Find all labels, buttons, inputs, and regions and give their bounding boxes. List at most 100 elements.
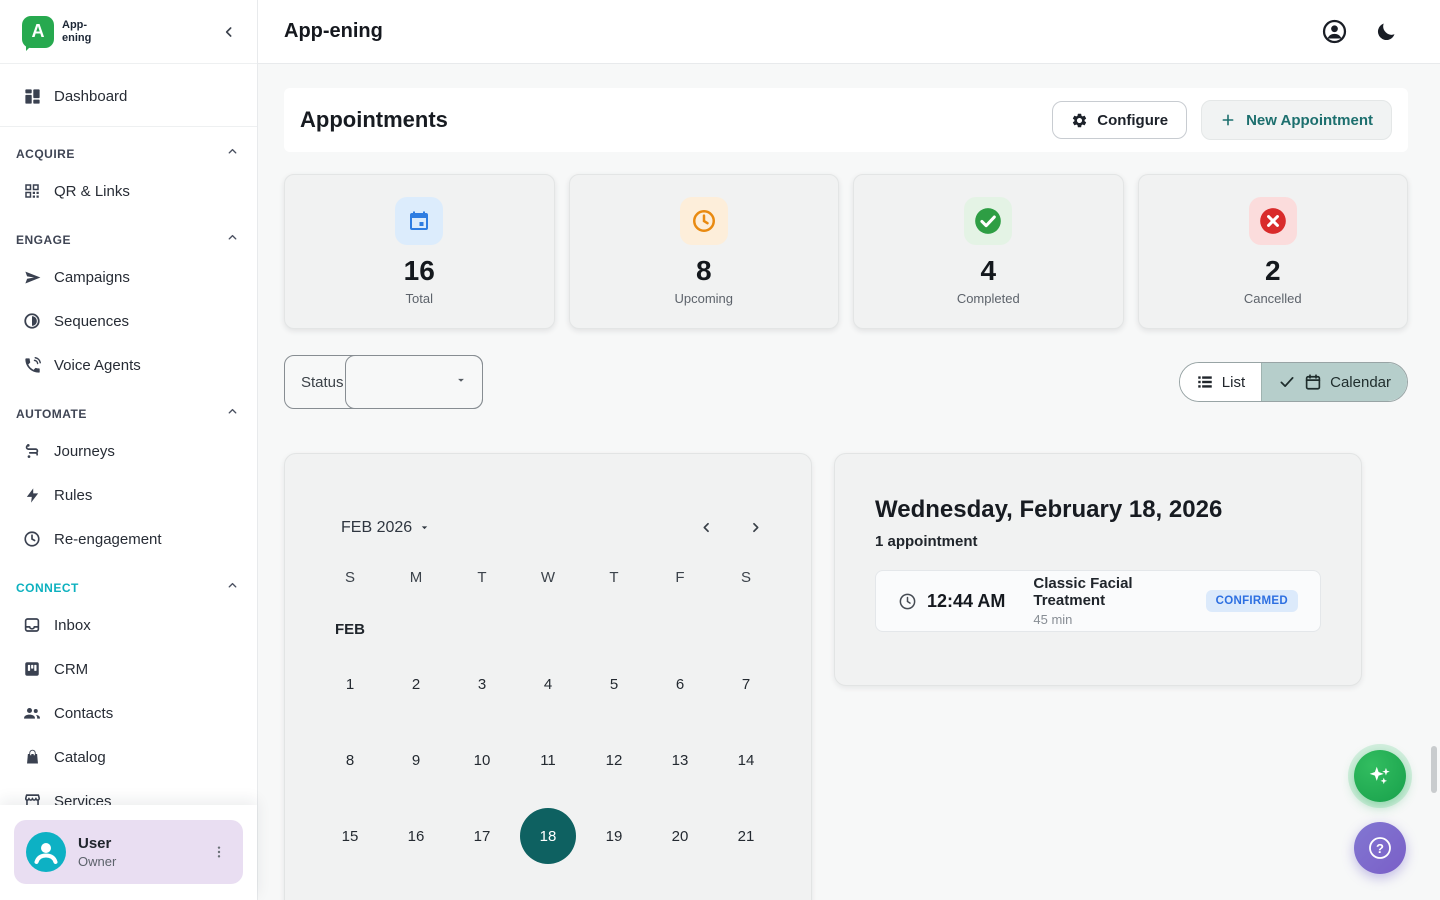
calendar-day[interactable]: 17 bbox=[449, 803, 515, 869]
account-button[interactable] bbox=[1321, 18, 1348, 45]
calendar-day[interactable]: 2 bbox=[383, 651, 449, 717]
calendar-day[interactable]: 21 bbox=[713, 803, 779, 869]
chevron-left-icon bbox=[699, 520, 714, 535]
appointment-info: Classic Facial Treatment 45 min bbox=[1033, 575, 1205, 627]
section-title: ACQUIRE bbox=[16, 147, 75, 161]
calendar-panel: FEB 2026 S bbox=[284, 453, 812, 900]
dark-mode-button[interactable] bbox=[1374, 20, 1398, 44]
stat-card-cancelled: 2 Cancelled bbox=[1138, 174, 1409, 329]
kanban-icon bbox=[22, 659, 42, 679]
status-select[interactable]: Status bbox=[284, 355, 483, 409]
chevron-left-icon bbox=[221, 24, 237, 40]
bolt-icon bbox=[22, 485, 42, 505]
user-menu-button[interactable] bbox=[207, 840, 231, 864]
sidebar-item-label: Campaigns bbox=[54, 269, 130, 286]
sidebar-item-contacts[interactable]: Contacts bbox=[0, 691, 257, 735]
calendar-day[interactable]: 10 bbox=[449, 727, 515, 793]
sidebar-item-sequences[interactable]: Sequences bbox=[0, 299, 257, 343]
stat-value: 8 bbox=[696, 255, 712, 287]
section-head-automate[interactable]: AUTOMATE bbox=[0, 387, 257, 429]
inbox-icon bbox=[22, 615, 42, 635]
calendar-day[interactable]: 7 bbox=[713, 651, 779, 717]
sidebar-footer: User Owner bbox=[0, 805, 257, 900]
sidebar-item-re-engagement[interactable]: Re-engagement bbox=[0, 517, 257, 561]
toggle-list-button[interactable]: List bbox=[1180, 363, 1261, 401]
calendar-day[interactable]: 13 bbox=[647, 727, 713, 793]
sidebar-item-journeys[interactable]: Journeys bbox=[0, 429, 257, 473]
sidebar-item-rules[interactable]: Rules bbox=[0, 473, 257, 517]
calendar-day[interactable]: 16 bbox=[383, 803, 449, 869]
calendar-day[interactable]: 1 bbox=[317, 651, 383, 717]
scrollbar-thumb[interactable] bbox=[1431, 746, 1437, 793]
month-dropdown[interactable]: FEB 2026 bbox=[341, 519, 431, 537]
calendar-day[interactable]: 3 bbox=[449, 651, 515, 717]
sidebar-item-crm[interactable]: CRM bbox=[0, 647, 257, 691]
section-head-engage[interactable]: ENGAGE bbox=[0, 213, 257, 255]
ai-assistant-fab[interactable] bbox=[1354, 750, 1406, 802]
calendar-day[interactable]: 20 bbox=[647, 803, 713, 869]
calendar-day[interactable]: 4 bbox=[515, 651, 581, 717]
user-card[interactable]: User Owner bbox=[14, 820, 243, 884]
next-month-button[interactable] bbox=[746, 518, 765, 537]
calendar-day[interactable]: 15 bbox=[317, 803, 383, 869]
day-header: T bbox=[581, 563, 647, 591]
sidebar-item-label: Contacts bbox=[54, 705, 113, 722]
page-bar: Appointments Configure New Appointment bbox=[284, 88, 1408, 152]
caret-down-icon bbox=[454, 373, 468, 392]
send-icon bbox=[22, 267, 42, 287]
new-appointment-button[interactable]: New Appointment bbox=[1201, 100, 1392, 140]
section-title: AUTOMATE bbox=[16, 407, 87, 421]
stat-value: 16 bbox=[404, 255, 435, 287]
configure-button[interactable]: Configure bbox=[1052, 101, 1187, 139]
stat-label: Cancelled bbox=[1244, 291, 1302, 306]
appointment-row[interactable]: 12:44 AM Classic Facial Treatment 45 min… bbox=[875, 570, 1321, 632]
calendar-icon bbox=[1304, 373, 1322, 391]
logo-icon: A bbox=[22, 16, 54, 48]
sidebar-item-qr-links[interactable]: QR & Links bbox=[0, 169, 257, 213]
sidebar-header: A App- ening bbox=[0, 0, 257, 64]
stat-label: Upcoming bbox=[674, 291, 733, 306]
chevron-up-icon bbox=[226, 405, 239, 423]
sidebar-item-dashboard[interactable]: Dashboard bbox=[0, 74, 257, 118]
calendar-navs bbox=[697, 518, 765, 537]
calendar-day[interactable]: 6 bbox=[647, 651, 713, 717]
sidebar-item-catalog[interactable]: Catalog bbox=[0, 735, 257, 779]
filter-row: Status List Calendar bbox=[284, 355, 1408, 409]
stat-value: 2 bbox=[1265, 255, 1281, 287]
day-header: W bbox=[515, 563, 581, 591]
calendar-day[interactable]: 9 bbox=[383, 727, 449, 793]
sidebar-item-inbox[interactable]: Inbox bbox=[0, 603, 257, 647]
clock-icon bbox=[680, 197, 728, 245]
x-circle-icon bbox=[1249, 197, 1297, 245]
sidebar-item-campaigns[interactable]: Campaigns bbox=[0, 255, 257, 299]
prev-month-button[interactable] bbox=[697, 518, 716, 537]
calendar-day-selected[interactable]: 18 bbox=[515, 803, 581, 869]
calendar-day[interactable]: 12 bbox=[581, 727, 647, 793]
sidebar-collapse-button[interactable] bbox=[217, 20, 241, 44]
appointment-duration: 45 min bbox=[1033, 612, 1205, 627]
section-head-connect[interactable]: CONNECT bbox=[0, 561, 257, 603]
topbar-title: App-ening bbox=[284, 20, 383, 43]
sidebar-item-voice-agents[interactable]: Voice Agents bbox=[0, 343, 257, 387]
section-head-acquire[interactable]: ACQUIRE bbox=[0, 127, 257, 169]
kebab-icon bbox=[211, 844, 227, 860]
app-root: A App- ening Dashboard ACQUIRE bbox=[0, 0, 1440, 900]
clock-icon bbox=[22, 529, 42, 549]
sidebar-item-label: Dashboard bbox=[54, 88, 127, 105]
chevron-right-icon bbox=[748, 520, 763, 535]
chevron-up-icon bbox=[226, 145, 239, 163]
day-header: M bbox=[383, 563, 449, 591]
calendar-day[interactable]: 8 bbox=[317, 727, 383, 793]
calendar-day[interactable]: 5 bbox=[581, 651, 647, 717]
day-header: S bbox=[713, 563, 779, 591]
configure-label: Configure bbox=[1097, 112, 1168, 129]
day-header: T bbox=[449, 563, 515, 591]
calendar-day[interactable]: 14 bbox=[713, 727, 779, 793]
help-fab[interactable]: ? bbox=[1354, 822, 1406, 874]
calendar-day[interactable]: 19 bbox=[581, 803, 647, 869]
day-detail-title: Wednesday, February 18, 2026 bbox=[875, 496, 1321, 524]
sidebar-item-label: Sequences bbox=[54, 313, 129, 330]
calendar-day[interactable]: 11 bbox=[515, 727, 581, 793]
sparkles-icon bbox=[1367, 763, 1393, 789]
toggle-calendar-button[interactable]: Calendar bbox=[1261, 363, 1407, 401]
